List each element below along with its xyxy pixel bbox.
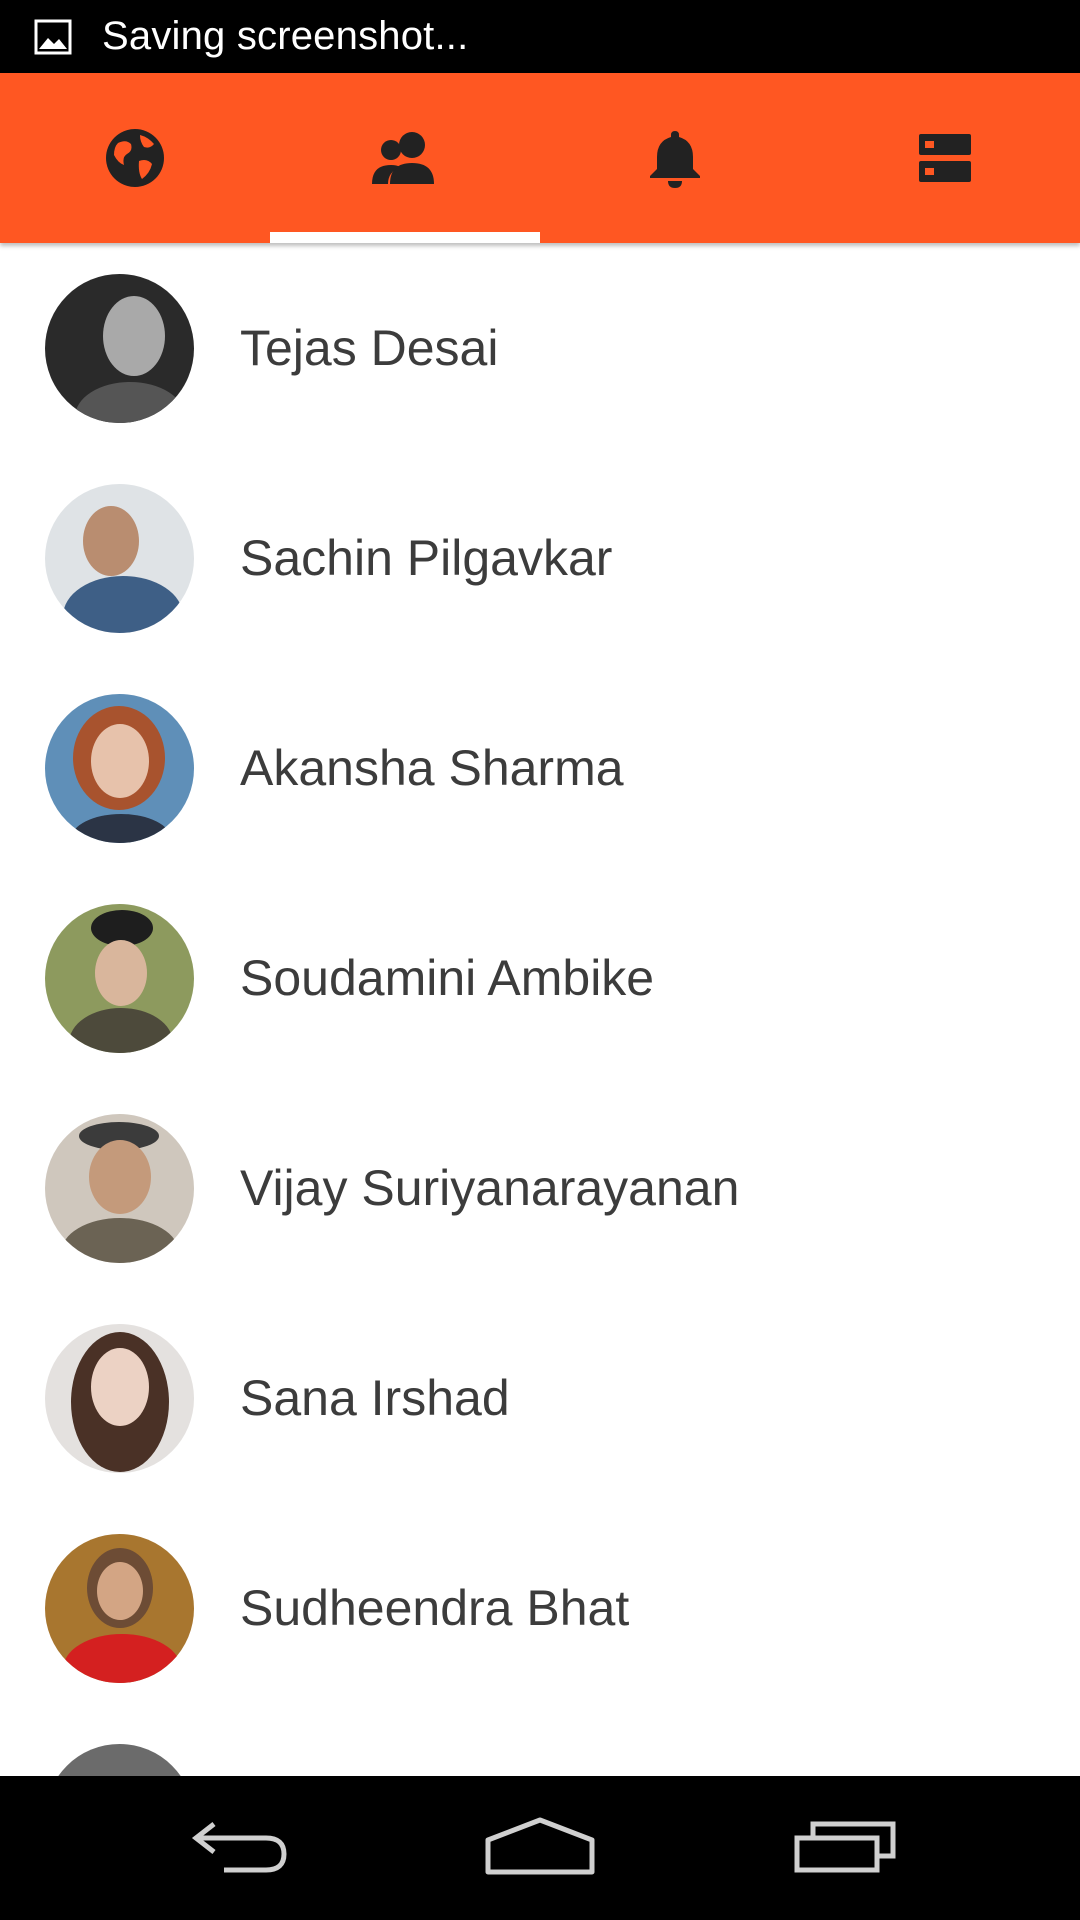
contact-name: Soudamini Ambike [240, 950, 655, 1006]
tab-world[interactable] [0, 73, 270, 243]
storage-icon [918, 132, 972, 184]
globe-icon [104, 127, 166, 189]
avatar [45, 1533, 194, 1683]
avatar [45, 273, 194, 423]
people-icon [370, 130, 440, 186]
list-item[interactable]: Sana Irshad [0, 1293, 1080, 1503]
avatar [45, 483, 194, 633]
contact-name: Tejas Desai [240, 320, 499, 376]
tab-storage[interactable] [810, 73, 1080, 243]
avatar [45, 1113, 194, 1263]
image-icon [34, 18, 72, 56]
tab-selected-indicator [270, 232, 540, 243]
contact-name: Sana Irshad [240, 1370, 510, 1426]
recents-button[interactable] [765, 1776, 925, 1920]
contact-name: Sachin Pilgavkar [240, 530, 613, 586]
avatar [45, 693, 194, 843]
navigation-bar [0, 1776, 1080, 1920]
back-icon [188, 1818, 292, 1879]
list-item[interactable] [0, 1713, 1080, 1776]
status-bar: Saving screenshot... [0, 0, 1080, 73]
list-item[interactable]: Tejas Desai [0, 243, 1080, 453]
tab-people[interactable] [270, 73, 540, 243]
contact-list[interactable]: Tejas Desai Sachin Pilgavkar Akansha Sha… [0, 243, 1080, 1776]
list-item[interactable]: Sachin Pilgavkar [0, 453, 1080, 663]
bell-icon [647, 127, 703, 189]
contact-name: Akansha Sharma [240, 740, 624, 796]
home-icon [484, 1816, 596, 1881]
list-item[interactable]: Akansha Sharma [0, 663, 1080, 873]
list-item[interactable]: Vijay Suriyanarayanan [0, 1083, 1080, 1293]
avatar [45, 903, 194, 1053]
avatar [45, 1323, 194, 1473]
status-text: Saving screenshot... [102, 14, 469, 58]
home-button[interactable] [460, 1776, 620, 1920]
tab-notifications[interactable] [540, 73, 810, 243]
avatar [45, 1743, 194, 1776]
recents-icon [793, 1818, 897, 1879]
list-item[interactable]: Sudheendra Bhat [0, 1503, 1080, 1713]
list-item[interactable]: Soudamini Ambike [0, 873, 1080, 1083]
contact-name: Vijay Suriyanarayanan [240, 1160, 740, 1216]
tab-bar [0, 73, 1080, 243]
contact-name: Sudheendra Bhat [240, 1580, 630, 1636]
back-button[interactable] [160, 1776, 320, 1920]
